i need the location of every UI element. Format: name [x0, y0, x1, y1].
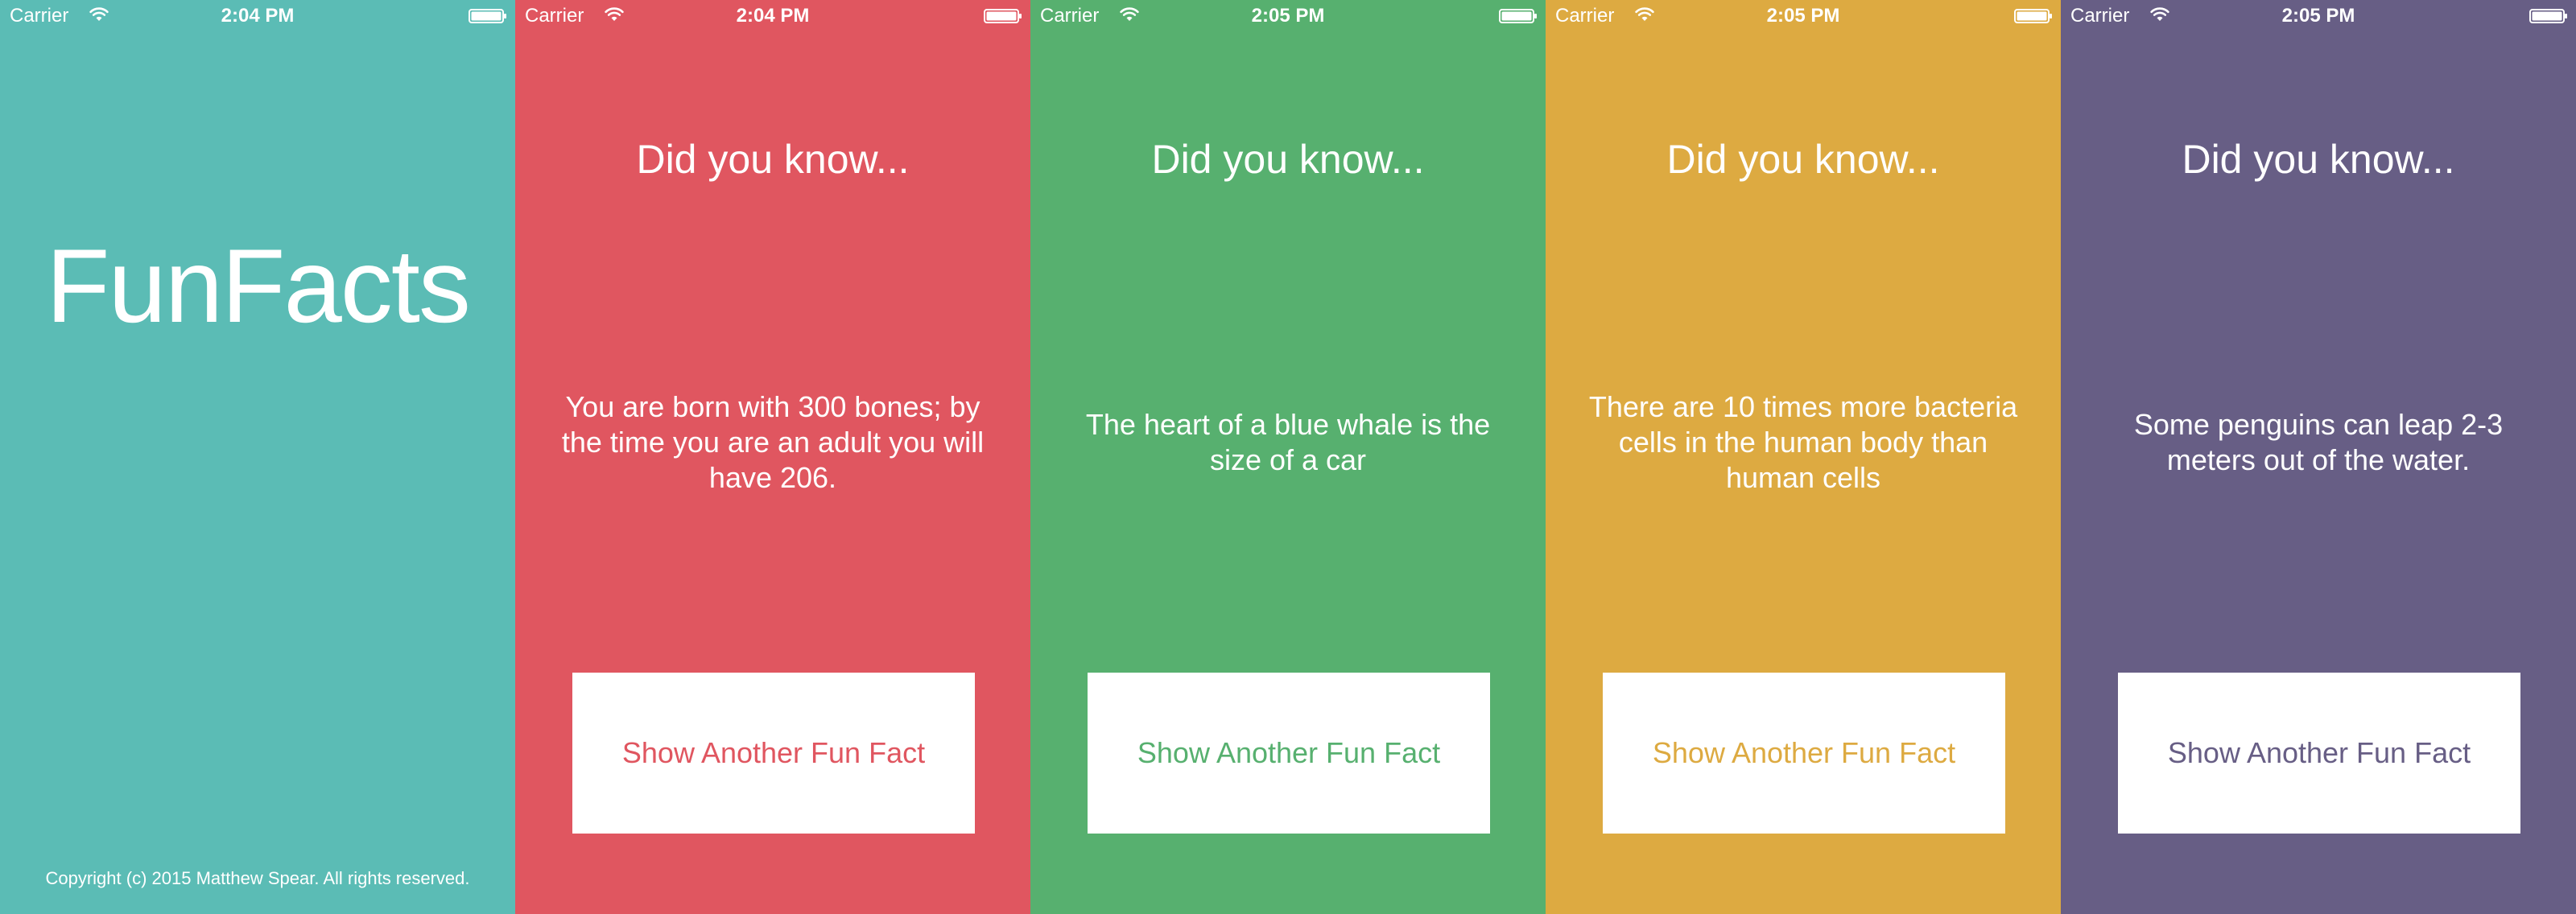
show-another-fun-fact-button[interactable]: Show Another Fun Fact — [1603, 673, 2005, 834]
fun-fact-text: The heart of a blue whale is the size of… — [1085, 408, 1491, 476]
fact-container: You are born with 300 bones; by the time… — [554, 338, 992, 547]
fact-container: Some penguins can leap 2-3 meters out of… — [2099, 338, 2537, 547]
fact-container: The heart of a blue whale is the size of… — [1069, 338, 1507, 547]
show-another-fun-fact-button[interactable]: Show Another Fun Fact — [2118, 673, 2520, 834]
status-time: 2:04 PM — [221, 5, 295, 27]
status-time: 2:05 PM — [2281, 5, 2355, 27]
battery-icon — [469, 9, 506, 23]
did-you-know-heading: Did you know... — [1151, 137, 1425, 182]
status-time: 2:05 PM — [1251, 5, 1325, 27]
status-bar: Carrier 2:04 PM — [0, 0, 515, 32]
did-you-know-heading: Did you know... — [636, 137, 910, 182]
show-another-fun-fact-button[interactable]: Show Another Fun Fact — [572, 673, 975, 834]
fun-fact-text: Some penguins can leap 2-3 meters out of… — [2133, 408, 2504, 476]
status-bar: Carrier 2:05 PM — [1546, 0, 2061, 32]
battery-icon — [2014, 9, 2052, 23]
battery-icon — [1499, 9, 1537, 23]
app-title: FunFacts — [46, 227, 471, 344]
screenshot-strip: Carrier 2:04 PM FunFacts Copyright (c) 2… — [0, 0, 2576, 914]
copyright-text: Copyright (c) 2015 Matthew Spear. All ri… — [45, 868, 470, 888]
status-bar: Carrier 2:05 PM — [1030, 0, 1546, 32]
phone-screen-fact: Carrier 2:05 PM Did you know... The hear… — [1030, 0, 1546, 914]
status-time: 2:05 PM — [1766, 5, 1840, 27]
battery-icon — [984, 9, 1022, 23]
status-bar: Carrier 2:04 PM — [515, 0, 1030, 32]
show-another-fun-fact-button[interactable]: Show Another Fun Fact — [1088, 673, 1490, 834]
phone-screen-fact: Carrier 2:05 PM Did you know... There ar… — [1546, 0, 2061, 914]
phone-screen-fact: Carrier 2:04 PM Did you know... You are … — [515, 0, 1030, 914]
fun-fact-text: There are 10 times more bacteria cells i… — [1588, 390, 2018, 494]
phone-screen-fact: Carrier 2:05 PM Did you know... Some pen… — [2061, 0, 2576, 914]
fun-fact-text: You are born with 300 bones; by the time… — [561, 390, 985, 494]
phone-screen-launch: Carrier 2:04 PM FunFacts Copyright (c) 2… — [0, 0, 515, 914]
status-bar: Carrier 2:05 PM — [2061, 0, 2576, 32]
did-you-know-heading: Did you know... — [1666, 137, 1940, 182]
status-time: 2:04 PM — [736, 5, 810, 27]
did-you-know-heading: Did you know... — [2182, 137, 2455, 182]
fact-container: There are 10 times more bacteria cells i… — [1584, 338, 2022, 547]
battery-icon — [2529, 9, 2567, 23]
